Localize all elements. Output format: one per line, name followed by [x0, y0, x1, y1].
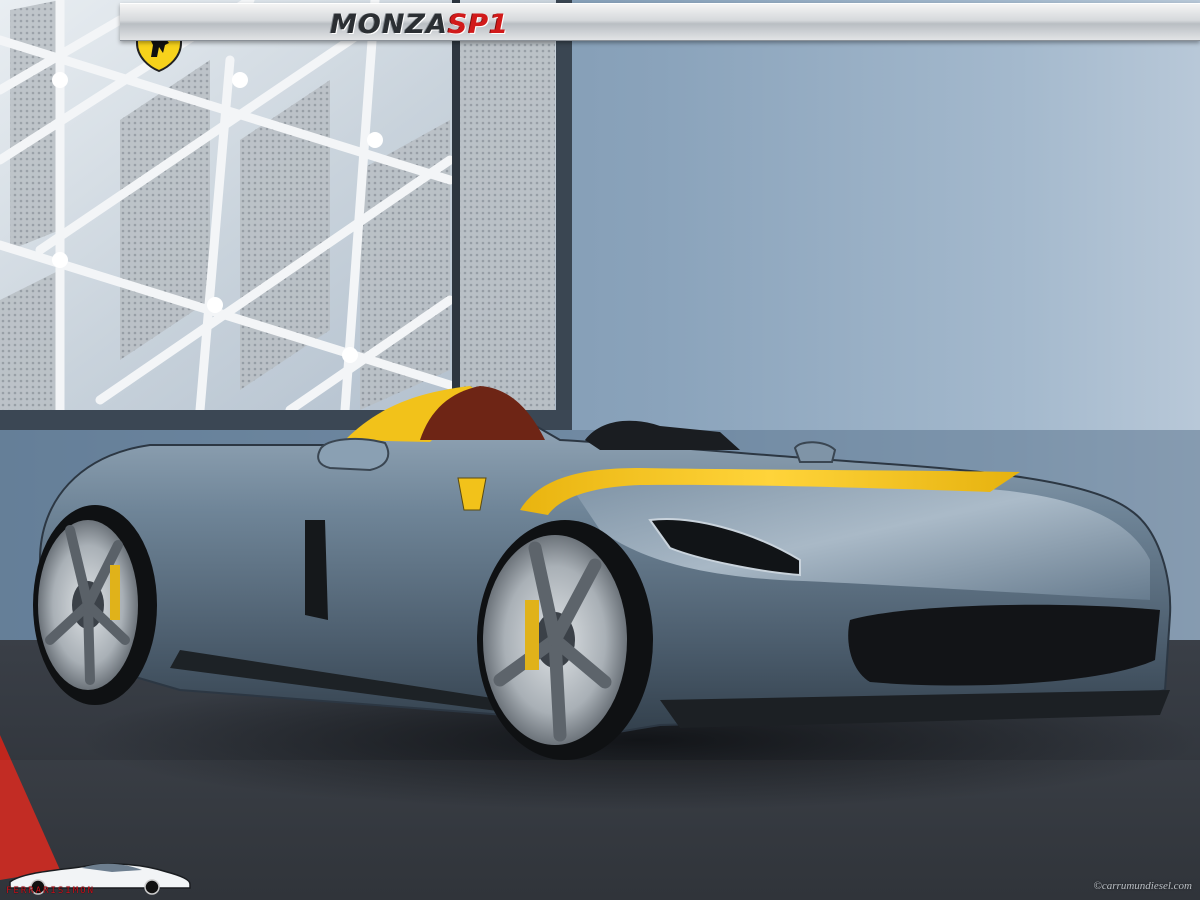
page-title: MONZASP1 [330, 8, 509, 42]
title-accent: SP1 [447, 9, 509, 40]
rear-wheel [33, 505, 157, 705]
front-wheel [477, 520, 653, 760]
wallpaper: MONZASP1 FERRARISIMON ©carrumundiesel.co… [0, 0, 1200, 900]
watermark: ©carrumundiesel.com [1093, 880, 1192, 892]
logo-caption: FERRARISIMON [6, 886, 96, 896]
title-banner: MONZASP1 [120, 3, 1200, 41]
car-photo [0, 0, 1200, 900]
title-main: MONZA [330, 9, 448, 40]
